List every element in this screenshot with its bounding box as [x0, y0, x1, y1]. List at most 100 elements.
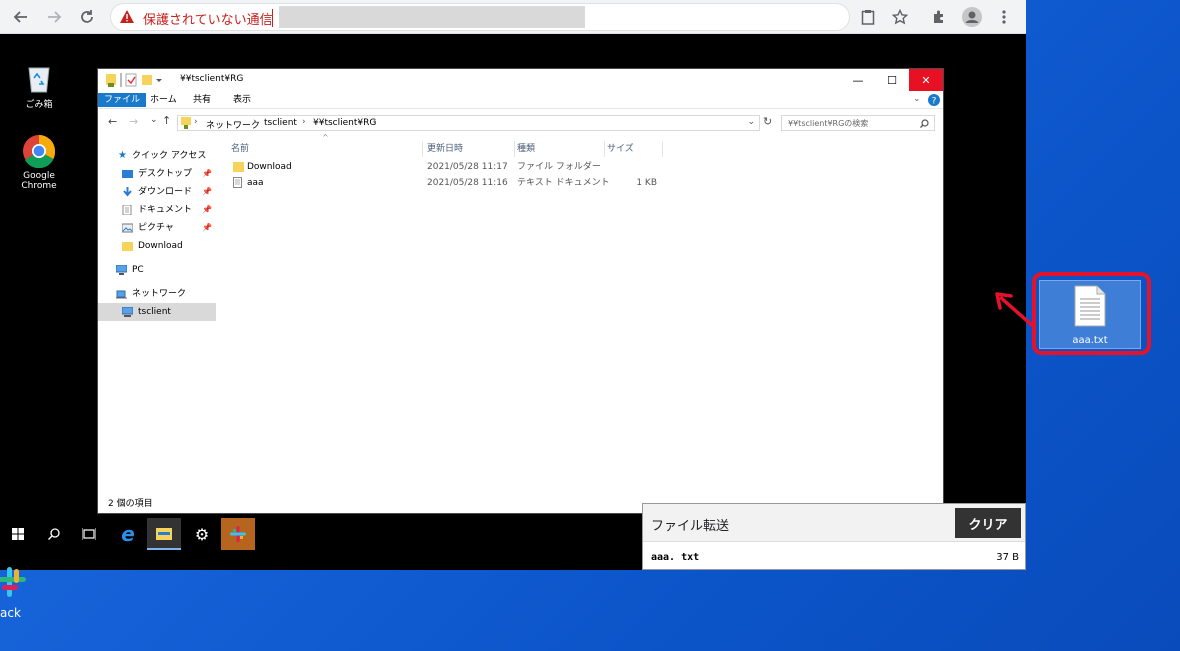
- nav-pc[interactable]: PC: [98, 261, 216, 279]
- file-modified: 2021/05/28 11:17: [427, 162, 508, 172]
- recycle-bin-icon: [28, 67, 50, 93]
- close-button[interactable]: ✕: [909, 69, 943, 91]
- browser-toolbar: 保護されていない通信: [0, 0, 1026, 34]
- file-type: ファイル フォルダー: [517, 162, 601, 172]
- file-row[interactable]: Download 2021/05/28 11:17 ファイル フォルダー: [225, 159, 725, 175]
- omnibox-separator: [272, 9, 273, 27]
- forward-icon[interactable]: [41, 4, 67, 30]
- network-icon: [116, 290, 127, 299]
- taskbar-app[interactable]: [221, 518, 255, 550]
- folder-icon: [233, 162, 244, 172]
- column-header-type[interactable]: 種類: [517, 141, 605, 157]
- nav-downloads[interactable]: ダウンロード 📌: [98, 183, 216, 201]
- profile-icon[interactable]: [959, 4, 985, 30]
- slack-icon: [230, 526, 246, 542]
- menu-icon[interactable]: [991, 4, 1017, 30]
- back-icon[interactable]: [8, 4, 34, 30]
- forward-arrow-icon[interactable]: →: [129, 115, 138, 128]
- chrome-icon: [23, 135, 56, 169]
- star-icon[interactable]: [887, 4, 913, 30]
- search-icon: [48, 528, 60, 540]
- nav-label: ダウンロード: [138, 187, 193, 197]
- star-icon: ★: [118, 150, 127, 161]
- warning-icon: [120, 10, 134, 23]
- clear-button[interactable]: クリア: [955, 508, 1021, 538]
- desktop-icon-label-slack: ack: [0, 606, 21, 620]
- document-icon: [122, 205, 132, 215]
- extensions-icon[interactable]: [926, 4, 952, 30]
- taskbar-settings[interactable]: ⚙: [185, 518, 219, 550]
- explorer-search-input[interactable]: ¥¥tsclient¥RGの検索: [781, 115, 935, 131]
- address-dropdown-icon[interactable]: ⌄: [747, 117, 755, 127]
- help-icon[interactable]: ?: [928, 94, 940, 106]
- tab-file[interactable]: ファイル: [98, 93, 147, 107]
- recent-locations-icon[interactable]: ⌄: [150, 115, 158, 125]
- tab-home[interactable]: ホーム: [144, 93, 183, 107]
- nav-pictures[interactable]: ピクチャ 📌: [98, 219, 216, 237]
- desktop-icon-chrome[interactable]: Google Chrome: [6, 134, 72, 191]
- reload-icon[interactable]: [74, 4, 100, 30]
- gear-icon: ⚙: [194, 524, 210, 544]
- address-box[interactable]: › ネットワーク › tsclient › ¥¥tsclient¥RG › ⌄: [177, 115, 760, 131]
- text-file-icon: [233, 177, 242, 188]
- desktop-icon-label: Google Chrome: [21, 171, 57, 191]
- nav-tsclient[interactable]: tsclient: [98, 303, 216, 321]
- taskbar-ie[interactable]: e: [111, 518, 145, 550]
- nav-label: ドキュメント: [138, 205, 193, 215]
- column-header-size[interactable]: サイズ: [607, 141, 663, 157]
- clipboard-icon[interactable]: [855, 4, 881, 30]
- tab-view[interactable]: 表示: [227, 93, 257, 107]
- back-arrow-icon[interactable]: ←: [108, 115, 117, 128]
- nav-quick-access[interactable]: ★ クイック アクセス: [98, 147, 216, 165]
- nav-label: デスクトップ: [138, 169, 193, 179]
- nav-download-folder[interactable]: Download: [98, 237, 216, 255]
- breadcrumb-tsclient[interactable]: tsclient: [264, 118, 297, 128]
- pin-icon: 📌: [202, 169, 212, 178]
- column-header-modified[interactable]: 更新日時: [427, 141, 515, 157]
- nav-documents[interactable]: ドキュメント 📌: [98, 201, 216, 219]
- column-header-name[interactable]: 名前: [231, 141, 423, 157]
- nav-label: ピクチャ: [138, 223, 174, 233]
- transfer-file-name: aaa. txt: [651, 552, 700, 563]
- nav-label: tsclient: [138, 307, 171, 317]
- ribbon-tabs: ファイル ホーム 共有 表示 ⌄ ?: [98, 91, 943, 109]
- file-type: テキスト ドキュメント: [517, 178, 610, 188]
- pictures-icon: [122, 223, 133, 233]
- nav-label: PC: [132, 265, 144, 275]
- nav-desktop[interactable]: デスクトップ 📌: [98, 165, 216, 183]
- minimize-button[interactable]: —: [841, 69, 875, 91]
- security-warning-text: 保護されていない通信: [143, 13, 273, 28]
- navigation-pane: ★ クイック アクセス デスクトップ 📌 ダウンロード 📌 ドキュメント 📌 ピ…: [98, 139, 216, 489]
- desktop-icon-recycle-bin[interactable]: ごみ箱: [14, 62, 64, 110]
- redacted-url: [279, 6, 585, 28]
- breadcrumb-rg[interactable]: ¥¥tsclient¥RG: [313, 118, 376, 128]
- nav-label: ネットワーク: [132, 289, 187, 299]
- up-arrow-icon[interactable]: ↑: [162, 114, 171, 127]
- address-bar[interactable]: 保護されていない通信: [110, 3, 850, 31]
- start-button[interactable]: [1, 518, 35, 550]
- annotation-arrow-icon: [995, 292, 1035, 328]
- refresh-icon[interactable]: ↻: [763, 115, 772, 128]
- folder-icon: [156, 528, 172, 540]
- nav-network[interactable]: ネットワーク: [98, 285, 216, 303]
- file-row[interactable]: aaa 2021/05/28 11:16 テキスト ドキュメント 1 KB: [225, 175, 725, 191]
- tab-share[interactable]: 共有: [187, 93, 217, 107]
- windows-icon: [12, 528, 24, 540]
- svg-text:?: ?: [932, 97, 937, 107]
- pin-icon: 📌: [202, 223, 212, 232]
- explorer-title-bar: ¥¥tsclient¥RG — ☐ ✕: [98, 69, 943, 91]
- pc-icon: [116, 265, 127, 275]
- ribbon-expand-icon[interactable]: ⌄: [913, 94, 921, 104]
- breadcrumb-separator: ›: [373, 117, 377, 127]
- file-list: ^ 名前 更新日時 種類 サイズ Download 2021/05/28 11:…: [217, 133, 943, 489]
- slack-icon[interactable]: [0, 565, 28, 599]
- breadcrumb-network[interactable]: ネットワーク: [206, 118, 260, 131]
- search-button[interactable]: [37, 518, 71, 550]
- taskbar-explorer[interactable]: [147, 518, 181, 550]
- nav-label: Download: [138, 241, 183, 251]
- maximize-button[interactable]: ☐: [875, 69, 909, 91]
- quick-access-toolbar-icon[interactable]: [106, 73, 168, 87]
- task-view-button[interactable]: [72, 518, 106, 550]
- file-modified: 2021/05/28 11:16: [427, 178, 508, 188]
- file-transfer-header: ファイル転送 クリア: [643, 504, 1025, 542]
